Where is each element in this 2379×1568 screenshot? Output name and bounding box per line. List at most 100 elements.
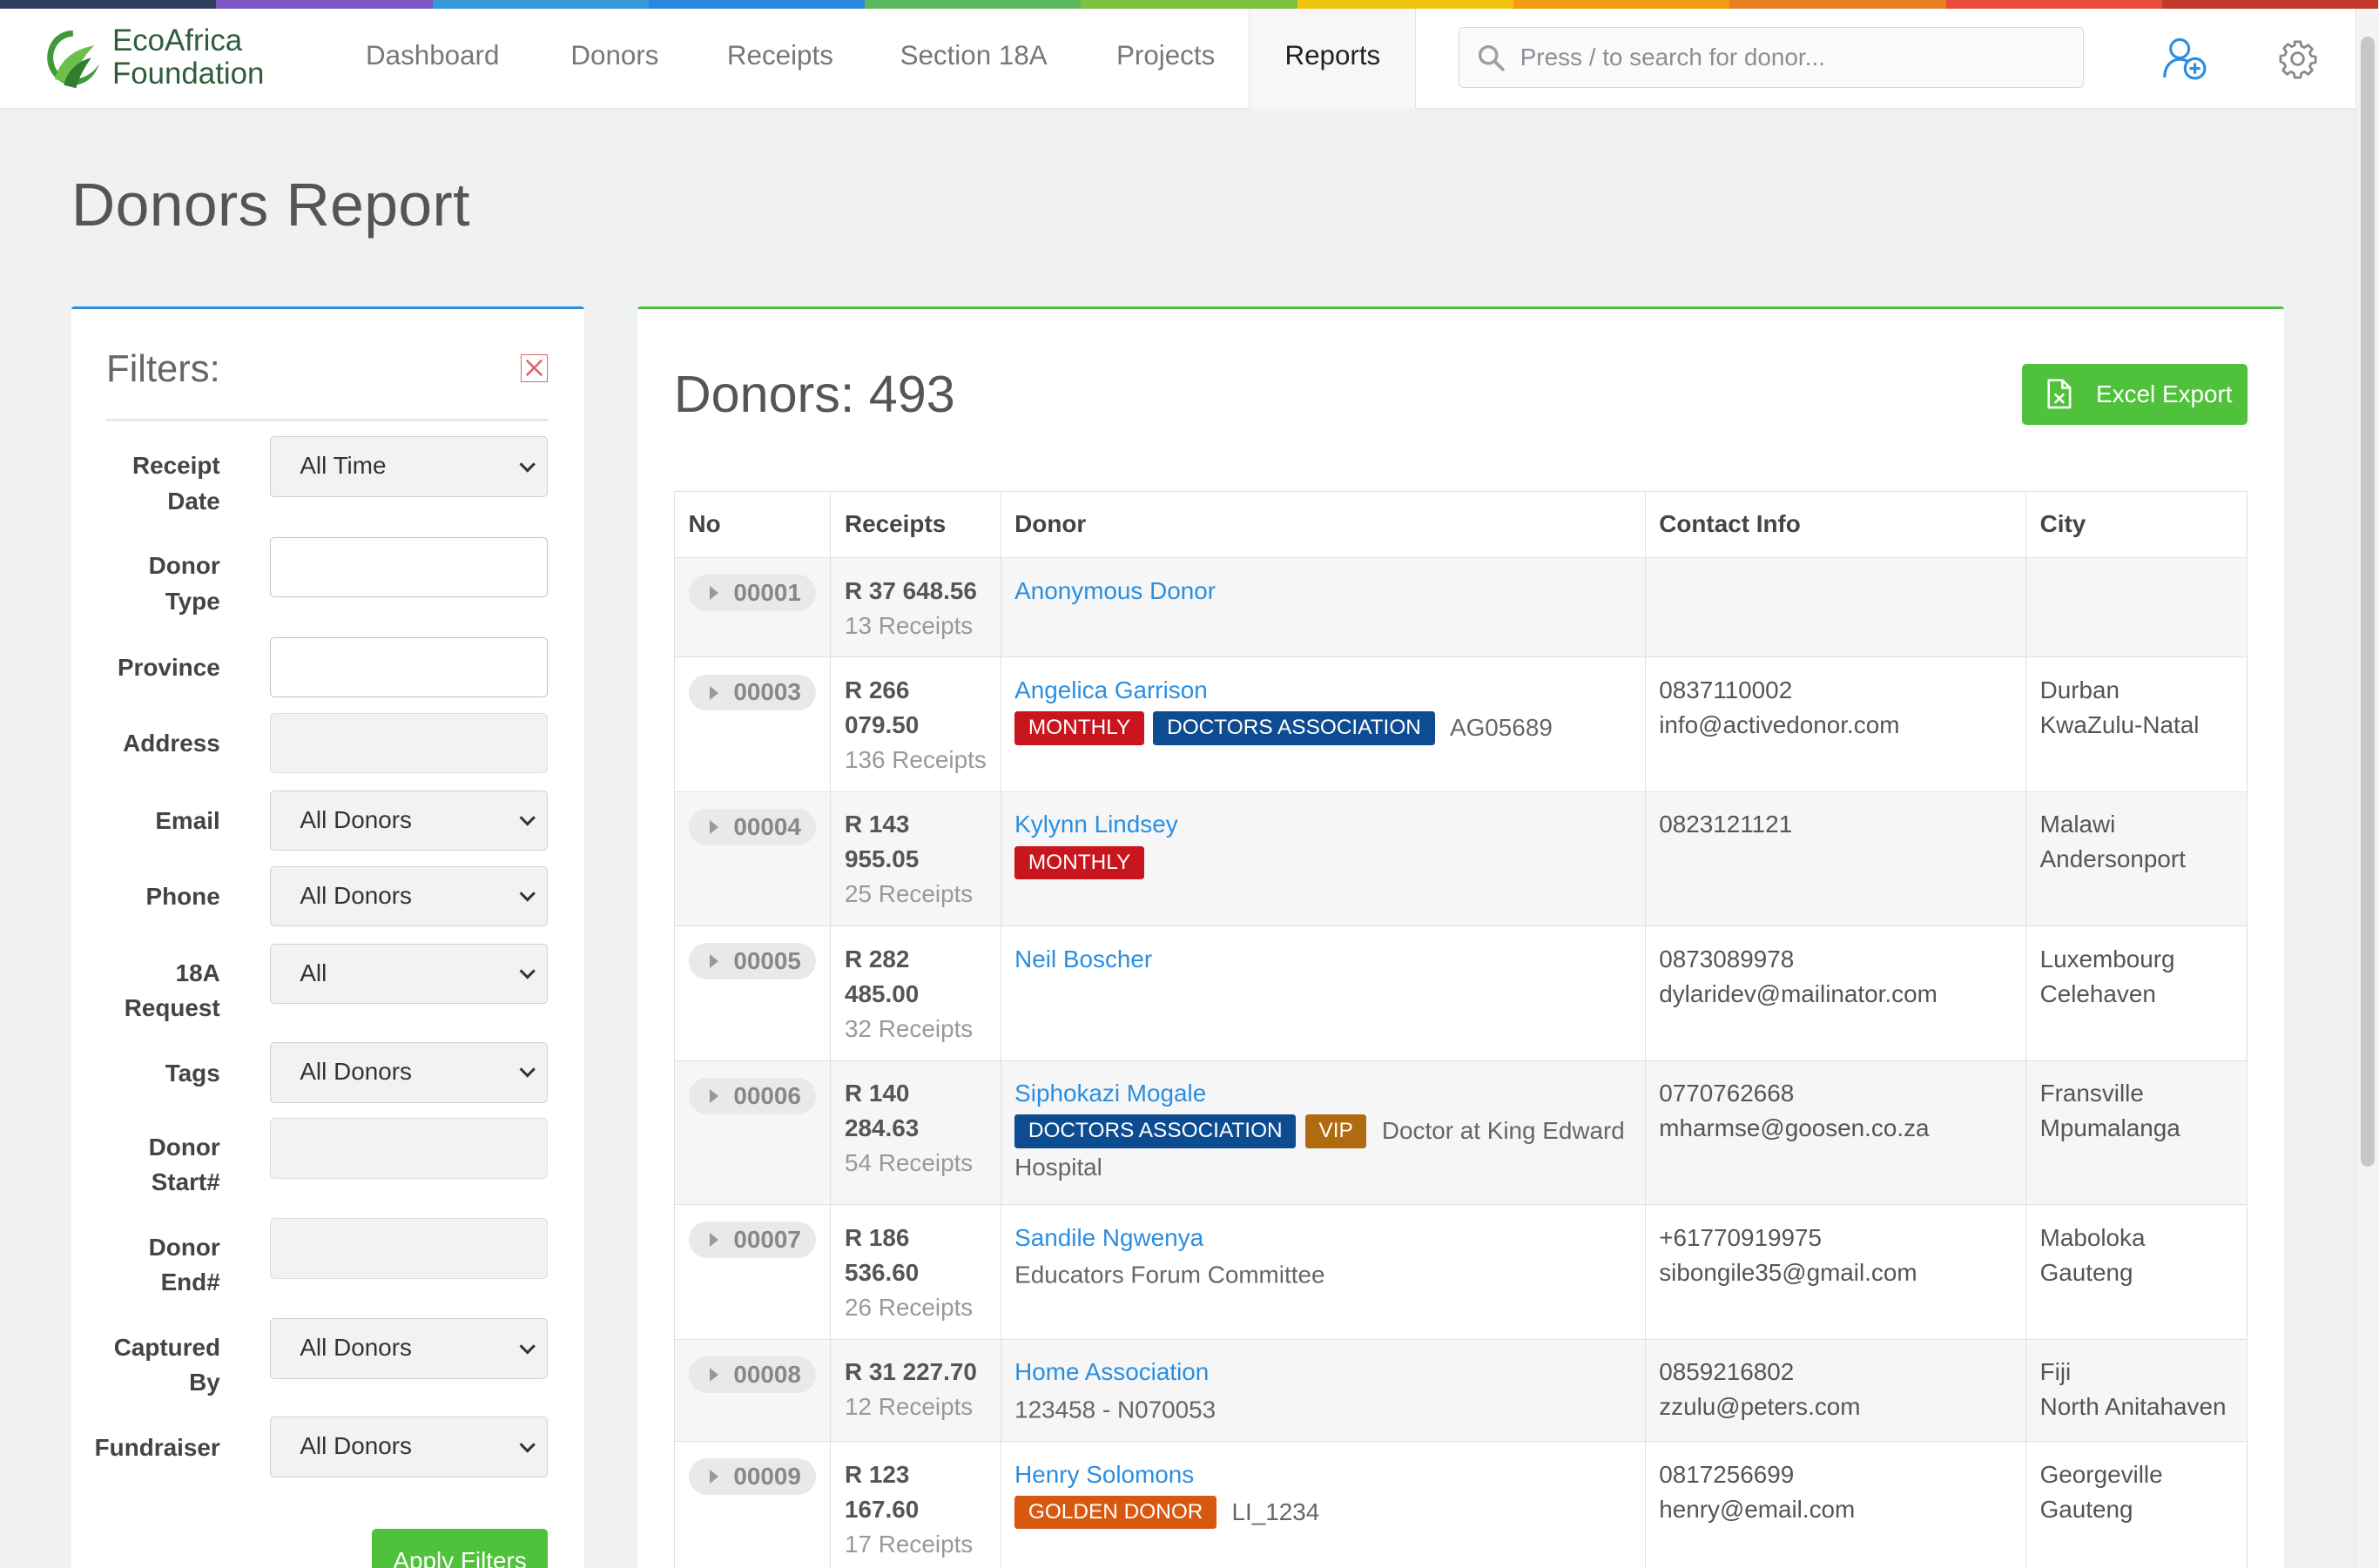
search-icon	[1478, 44, 1505, 71]
page-scrollbar[interactable]	[2355, 9, 2379, 1568]
cell-contact-info: 0873089978 dylaridev@mailinator.com	[1644, 925, 2026, 1061]
donor-start-input[interactable]	[270, 1118, 549, 1179]
color-bar-segment	[1513, 0, 1730, 10]
add-donor-button[interactable]	[2162, 37, 2208, 88]
donor-tags: 123458 - N070053	[1014, 1391, 1631, 1428]
gear-icon	[2279, 40, 2316, 79]
top-color-bar	[0, 0, 2379, 10]
cell-city: Fransville Mpumalanga	[2025, 1060, 2248, 1206]
column-header-no[interactable]: No	[673, 491, 832, 559]
18a-request-select[interactable]: All	[270, 943, 549, 1005]
donor-note: Educators Forum Committee	[1014, 1262, 1325, 1289]
phone-select[interactable]: All Donors	[270, 865, 549, 927]
nav-dashboard[interactable]: Dashboard	[331, 9, 535, 109]
receipt-total: R 31 227.70	[845, 1357, 977, 1385]
donor-name-link[interactable]: Kylynn Lindsey	[1014, 807, 1631, 842]
excel-file-icon	[2047, 379, 2072, 409]
tags-select[interactable]: All Donors	[270, 1041, 549, 1103]
nav-section-18a[interactable]: Section 18A	[866, 9, 1082, 109]
receipt-count: 136 Receipts	[845, 746, 987, 774]
address-input[interactable]	[270, 712, 549, 774]
expand-row-button[interactable]: 00003	[688, 674, 817, 711]
region-name: North Anitahaven	[2039, 1393, 2227, 1421]
settings-button[interactable]	[2277, 38, 2318, 85]
captured-by-select[interactable]: All Donors	[270, 1318, 549, 1379]
email-select[interactable]: All Donors	[270, 790, 549, 851]
donor-name-link[interactable]: Angelica Garrison	[1014, 673, 1631, 708]
donor-name-link[interactable]: Anonymous Donor	[1014, 574, 1631, 609]
table-row[interactable]: 00005 R 282 485.00 32 Receipts Neil Boscher…	[673, 925, 2248, 1061]
table-row[interactable]: 00001 R 37 648.56 13 Receipts Anonymous Don…	[673, 557, 2248, 658]
cell-donor: Home Association 123458 - N070053	[1000, 1338, 1646, 1443]
donor-note: AG05689	[1450, 714, 1553, 742]
receipt-date-select[interactable]: All Time	[270, 436, 549, 498]
cell-no: 00001	[673, 557, 832, 658]
brand-logo[interactable]: EcoAfrica Foundation	[43, 24, 265, 91]
nav-projects[interactable]: Projects	[1082, 9, 1250, 109]
donor-tags: MONTHLY DOCTORS ASSOCIATION AG05689	[1014, 710, 1631, 746]
table-row[interactable]: 00009 R 123 167.60 17 Receipts Henry Solomo…	[673, 1441, 2248, 1568]
donor-note: 123458 - N070053	[1014, 1396, 1216, 1423]
close-filters-button[interactable]	[520, 354, 549, 382]
column-header-donor[interactable]: Donor	[1000, 491, 1646, 559]
donor-type-input[interactable]	[270, 536, 549, 598]
donor-name-link[interactable]: Henry Solomons	[1014, 1457, 1631, 1492]
color-bar-segment	[1297, 0, 1514, 10]
caret-right-icon	[709, 954, 718, 969]
expand-row-button[interactable]: 00008	[688, 1356, 817, 1393]
filter-label: Tags	[165, 1059, 220, 1087]
column-header-receipts[interactable]: Receipts	[830, 491, 1001, 559]
contact-phone: 0823121121	[1659, 811, 1793, 838]
search-input[interactable]	[1520, 44, 2067, 72]
cell-city: Georgeville Gauteng	[2025, 1441, 2248, 1568]
table-row[interactable]: 00007 R 186 536.60 26 Receipts Sandile Ngwe…	[673, 1204, 2248, 1340]
cell-contact-info: 0837110002 info@activedonor.com	[1644, 656, 2026, 792]
donor-number: 00004	[733, 812, 801, 840]
donor-end-input[interactable]	[270, 1218, 549, 1279]
excel-export-button[interactable]: Excel Export	[2021, 363, 2248, 425]
city-name: Maboloka	[2039, 1223, 2146, 1251]
cell-city: Durban KwaZulu-Natal	[2025, 656, 2248, 792]
expand-row-button[interactable]: 00001	[688, 575, 817, 612]
expand-row-button[interactable]: 00005	[688, 943, 817, 980]
filter-label: Fundraiser	[94, 1434, 220, 1462]
table-row[interactable]: 00004 R 143 955.05 25 Receipts Kylynn Linds…	[673, 791, 2248, 927]
expand-row-button[interactable]: 00006	[688, 1077, 817, 1114]
column-header-city[interactable]: City	[2025, 491, 2248, 559]
apply-filters-button[interactable]: Apply Filters	[372, 1529, 549, 1568]
expand-row-button[interactable]: 00007	[688, 1221, 817, 1259]
brand-line-2: Foundation	[111, 57, 265, 91]
cell-no: 00006	[673, 1060, 832, 1206]
province-input[interactable]	[270, 636, 549, 698]
cell-no: 00004	[673, 791, 832, 927]
cell-no: 00009	[673, 1441, 832, 1568]
receipt-count: 17 Receipts	[845, 1530, 974, 1558]
color-bar-segment	[0, 0, 217, 10]
expand-row-button[interactable]: 00009	[688, 1458, 817, 1496]
scrollbar-thumb[interactable]	[2361, 36, 2376, 1168]
nav-receipts[interactable]: Receipts	[695, 9, 865, 109]
table-row[interactable]: 00008 R 31 227.70 12 Receipts Home Associat…	[673, 1338, 2248, 1443]
tag-badge: VIP	[1304, 1114, 1367, 1148]
region-name: Gauteng	[2039, 1258, 2133, 1286]
donor-name-link[interactable]: Neil Boscher	[1014, 942, 1631, 977]
table-row[interactable]: 00006 R 140 284.63 54 Receipts Siphokazi Mo…	[673, 1060, 2248, 1206]
table-row[interactable]: 00003 R 266 079.50 136 Receipts Angelica Ga…	[673, 656, 2248, 792]
nav-reports[interactable]: Reports	[1249, 9, 1417, 110]
cell-receipts: R 266 079.50 136 Receipts	[830, 656, 1001, 792]
fundraiser-select[interactable]: All Donors	[270, 1417, 549, 1478]
tag-badge: MONTHLY	[1014, 845, 1144, 879]
expand-row-button[interactable]: 00004	[688, 809, 817, 845]
donor-name-link[interactable]: Home Association	[1014, 1355, 1631, 1390]
donor-name-link[interactable]: Siphokazi Mogale	[1014, 1076, 1631, 1111]
add-user-icon	[2162, 37, 2207, 80]
contact-phone: 0817256699	[1659, 1460, 1795, 1488]
donor-search[interactable]	[1459, 27, 2085, 89]
cell-receipts: R 31 227.70 12 Receipts	[830, 1338, 1001, 1443]
contact-phone: 0859216802	[1659, 1357, 1795, 1385]
donor-name-link[interactable]: Sandile Ngwenya	[1014, 1221, 1631, 1255]
nav-donors[interactable]: Donors	[535, 9, 696, 109]
cell-donor: Siphokazi Mogale DOCTORS ASSOCIATION VIP Do…	[1000, 1060, 1646, 1206]
column-header-contact-info[interactable]: Contact Info	[1644, 491, 2026, 559]
filter-label: 18A Request	[124, 959, 220, 1021]
